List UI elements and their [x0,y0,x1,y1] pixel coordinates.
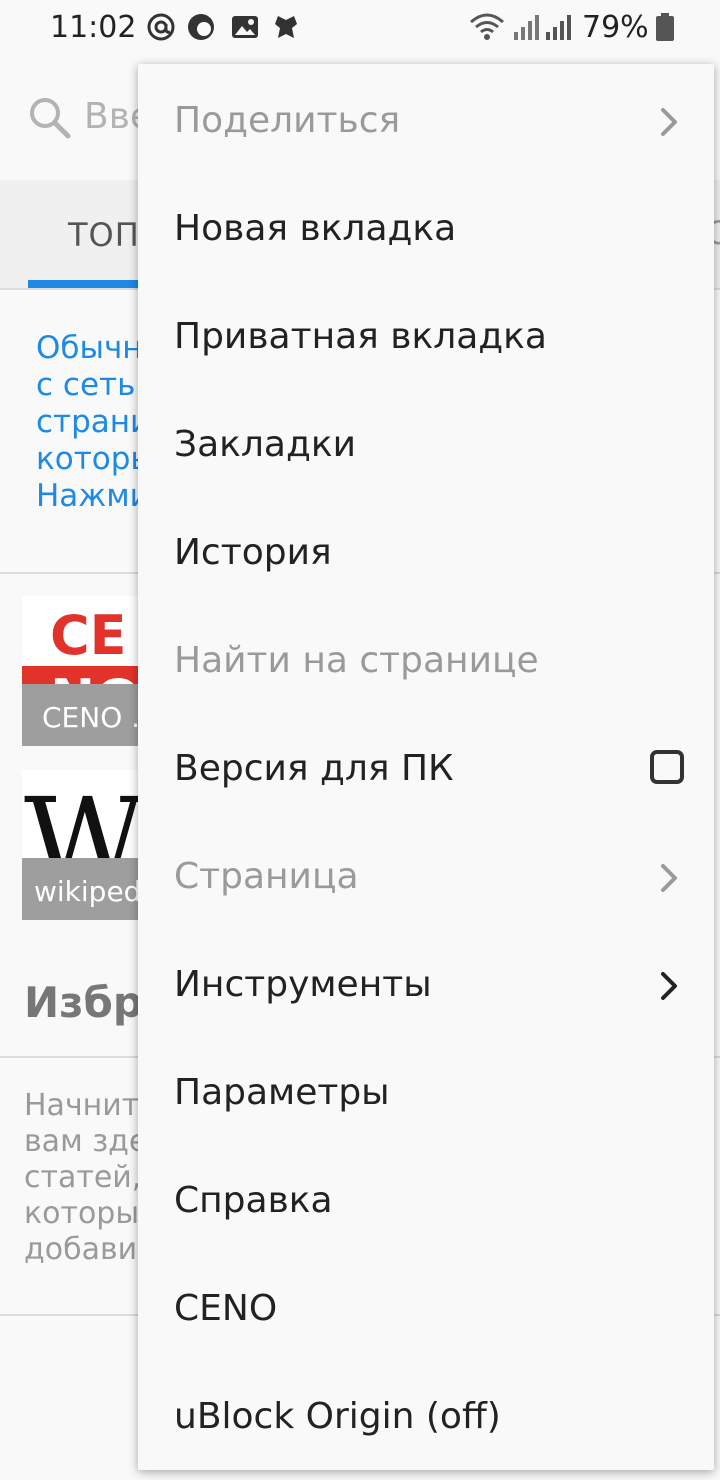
tile-label: wikiped [34,875,142,908]
wifi-icon [470,13,504,40]
status-time: 11:02 [50,10,137,45]
menu-item-label: Версия для ПК [174,748,454,789]
signal-icon [546,15,571,40]
menu-item-page[interactable]: Страница [138,824,714,932]
menu-item-tools[interactable]: Инструменты [138,932,714,1040]
menu-item-label: Поделиться [174,100,401,141]
menu-item-share[interactable]: Поделиться [138,68,714,176]
menu-item-bookmarks[interactable]: Закладки [138,392,714,500]
chevron-right-icon [661,108,677,136]
menu-item-label: uBlock Origin (off) [174,1396,501,1437]
image-icon [232,16,258,38]
search-icon [30,98,71,139]
menu-item-label: Новая вкладка [174,208,457,249]
signal-icon [514,15,539,40]
at-sign-icon [147,13,175,41]
svg-text:CE: CE [50,604,127,667]
battery-icon [656,13,674,41]
menu-item-private-tab[interactable]: Приватная вкладка [138,284,714,392]
chevron-right-icon [661,972,677,1000]
menu-item-label: Найти на странице [174,640,539,681]
tile-label: CENO . [42,701,141,734]
menu-item-label: Справка [174,1180,333,1221]
overflow-menu: Поделиться Новая вкладка Приватная вклад… [138,64,714,1470]
menu-item-find-in-page[interactable]: Найти на странице [138,608,714,716]
menu-item-ceno[interactable]: CENO [138,1256,714,1364]
menu-item-label: История [174,532,332,573]
status-bar: 11:02 79% [0,0,720,58]
menu-item-label: CENO [174,1288,278,1329]
menu-item-label: Закладки [174,424,356,465]
menu-item-label: Параметры [174,1072,390,1113]
menu-item-help[interactable]: Справка [138,1148,714,1256]
menu-item-history[interactable]: История [138,500,714,608]
chevron-right-icon [661,864,677,892]
menu-item-ublock-origin[interactable]: uBlock Origin (off) [138,1364,714,1472]
ceno-notification-icon [188,14,214,40]
menu-item-label: Страница [174,856,359,897]
menu-item-desktop-version[interactable]: Версия для ПК [138,716,714,824]
desktop-version-checkbox[interactable] [650,750,684,784]
tab-top-sites[interactable]: ТОП [68,216,140,254]
menu-item-label: Приватная вкладка [174,316,547,357]
menu-item-label: Инструменты [174,964,432,1005]
menu-item-settings[interactable]: Параметры [138,1040,714,1148]
menu-item-new-tab[interactable]: Новая вкладка [138,176,714,284]
app-notification-icon [275,16,297,38]
battery-percent: 79% [582,10,649,45]
